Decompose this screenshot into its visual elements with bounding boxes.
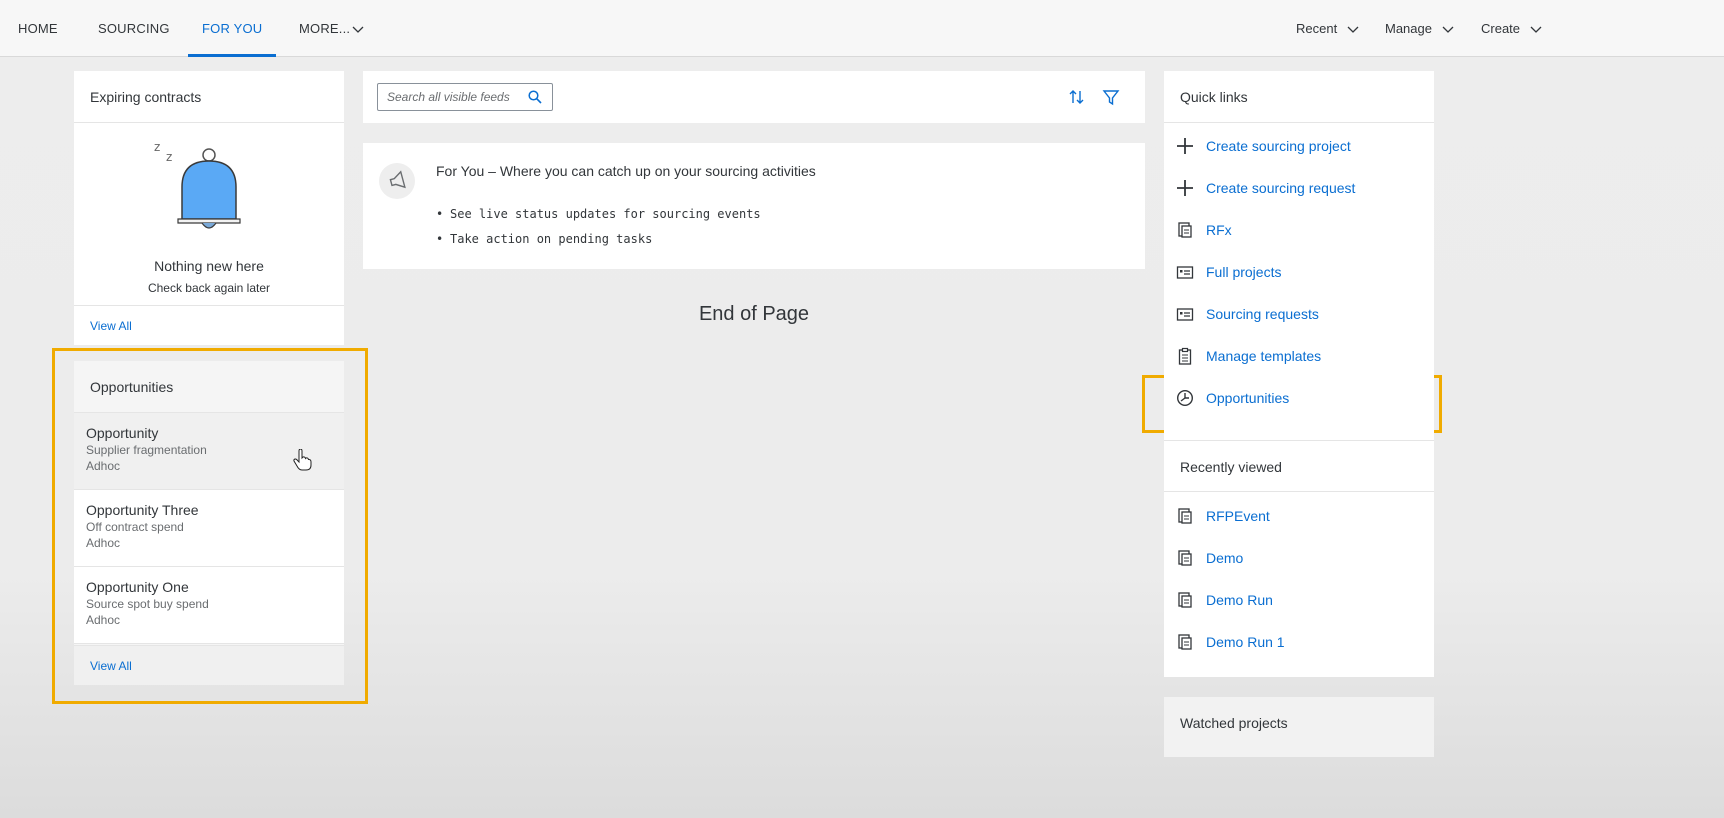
recent-menu[interactable]: Recent: [1296, 0, 1359, 57]
recent-item-label: Demo: [1206, 550, 1244, 566]
quick-link-opportunities[interactable]: Opportunities: [1164, 389, 1434, 431]
svg-text:z: z: [154, 140, 160, 154]
recent-item-demo-run[interactable]: Demo Run: [1164, 591, 1434, 633]
recent-item-demo-run-1[interactable]: Demo Run 1: [1164, 633, 1434, 675]
feed-intro-bullets: • See live status updates for sourcing ev…: [436, 202, 761, 252]
filter-icon[interactable]: [1101, 87, 1121, 107]
manage-menu-label: Manage: [1385, 21, 1432, 36]
recent-item-label: Demo Run 1: [1206, 634, 1285, 650]
bullet-item: • Take action on pending tasks: [436, 232, 653, 246]
quick-link-label: Create sourcing request: [1206, 180, 1356, 196]
document-icon: [1178, 508, 1192, 524]
quick-link-sourcing-requests[interactable]: Sourcing requests: [1164, 305, 1434, 347]
quick-link-label: Full projects: [1206, 264, 1282, 280]
recently-viewed-title: Recently viewed: [1164, 440, 1434, 492]
manage-menu[interactable]: Manage: [1385, 0, 1454, 57]
tab-for-you[interactable]: FOR YOU: [187, 0, 277, 57]
document-icon: [1178, 592, 1192, 608]
empty-state-subtitle: Check back again later: [147, 281, 271, 295]
bullet-text: See live status updates for sourcing eve…: [450, 207, 761, 221]
search-icon[interactable]: [528, 90, 542, 104]
create-menu[interactable]: Create: [1481, 0, 1542, 57]
chevron-down-icon: [1530, 26, 1542, 33]
quick-link-label: Opportunities: [1206, 390, 1290, 406]
tab-sourcing[interactable]: SOURCING: [98, 0, 170, 57]
document-icon: [1178, 550, 1192, 566]
quick-link-manage-templates[interactable]: Manage templates: [1164, 347, 1434, 389]
quick-link-label: Manage templates: [1206, 348, 1322, 364]
quick-link-create-sourcing-project[interactable]: Create sourcing project: [1164, 137, 1434, 179]
plus-icon: [1177, 180, 1193, 196]
quick-link-rfx[interactable]: RFx: [1164, 221, 1434, 263]
recent-item-demo[interactable]: Demo: [1164, 549, 1434, 591]
clipboard-icon: [1178, 347, 1192, 365]
tab-more[interactable]: MORE...: [299, 0, 364, 57]
opportunities-highlight-frame: [52, 348, 368, 704]
end-of-page-label: End of Page: [698, 303, 810, 325]
empty-state-title: Nothing new here: [154, 258, 264, 274]
watched-projects-title: Watched projects: [1164, 697, 1434, 757]
plus-icon: [1177, 138, 1193, 154]
expiring-contracts-title: Expiring contracts: [74, 71, 344, 123]
quick-link-full-projects[interactable]: Full projects: [1164, 263, 1434, 305]
chevron-down-icon: [1442, 26, 1454, 33]
tab-home[interactable]: HOME: [18, 0, 58, 57]
recent-menu-label: Recent: [1296, 21, 1338, 36]
sort-icon[interactable]: [1067, 87, 1087, 107]
svg-text:z: z: [166, 150, 172, 164]
card-icon: [1176, 266, 1194, 279]
megaphone-icon: [379, 163, 415, 199]
create-menu-label: Create: [1481, 21, 1521, 36]
quick-links-title: Quick links: [1164, 71, 1434, 123]
expiring-view-all-link[interactable]: View All: [74, 305, 344, 345]
opportunity-icon: [1176, 389, 1194, 407]
sleeping-bell-icon: z z: [154, 140, 241, 229]
feed-search-input[interactable]: Search all visible feeds: [377, 83, 553, 111]
top-navigation-bar: HOME SOURCING FOR YOU MORE... Recent Man…: [0, 0, 1724, 57]
document-icon: [1178, 634, 1192, 650]
quick-link-label: Sourcing requests: [1206, 306, 1319, 322]
chevron-down-icon: [1347, 26, 1359, 33]
quick-link-label: Create sourcing project: [1206, 138, 1351, 154]
quick-link-create-sourcing-request[interactable]: Create sourcing request: [1164, 179, 1434, 221]
recent-item-label: RFPEvent: [1206, 508, 1270, 524]
document-icon: [1178, 222, 1192, 238]
for-you-intro-card: For You – Where you can catch up on your…: [363, 143, 1145, 269]
expiring-contracts-card: Expiring contracts z z Nothing new here …: [74, 71, 344, 345]
quick-link-label: RFx: [1206, 222, 1232, 238]
bullet-text: Take action on pending tasks: [450, 232, 653, 246]
chevron-down-icon: [352, 26, 364, 33]
tab-more-label: MORE...: [299, 21, 351, 36]
card-icon: [1176, 308, 1194, 321]
quick-links-card: Quick links Create sourcing project Crea…: [1164, 71, 1434, 677]
feed-intro-title: For You – Where you can catch up on your…: [436, 163, 816, 179]
feed-toolbar: Search all visible feeds: [363, 71, 1145, 123]
recent-item-rfpevent[interactable]: RFPEvent: [1164, 507, 1434, 549]
feed-search-placeholder: Search all visible feeds: [387, 90, 510, 104]
bullet-item: • See live status updates for sourcing ev…: [436, 207, 761, 221]
recent-item-label: Demo Run: [1206, 592, 1273, 608]
